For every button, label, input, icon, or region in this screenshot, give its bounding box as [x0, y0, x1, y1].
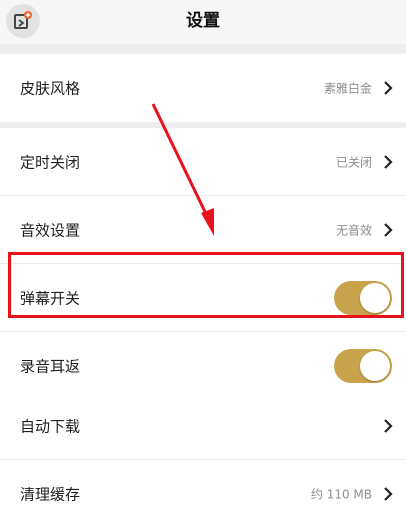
row-label: 皮肤风格	[20, 79, 81, 98]
row-recording-monitor: 录音耳返	[0, 332, 406, 400]
row-label: 录音耳返	[20, 357, 81, 376]
toggle-knob	[360, 282, 390, 313]
page-title: 设置	[186, 11, 220, 31]
row-skin-style[interactable]: 皮肤风格 素雅白金	[0, 54, 406, 122]
settings-group-storage: 自动下载 清理缓存 约 110 MB	[0, 392, 406, 528]
row-label: 弹幕开关	[20, 289, 81, 307]
row-sound-effects[interactable]: 音效设置 无音效	[0, 196, 406, 264]
chevron-right-icon	[384, 154, 393, 169]
toggle-knob	[360, 351, 390, 381]
chevron-right-icon	[384, 222, 393, 237]
row-danmaku-switch: 弹幕开关	[0, 264, 406, 332]
settings-group-playback: 定时关闭 已关闭 音效设置 无音效 弹幕开关 录音耳返	[0, 128, 406, 400]
row-value: 素雅白金	[323, 81, 372, 96]
row-label: 音效设置	[20, 221, 81, 239]
header-bar: 设置	[0, 0, 406, 44]
row-auto-download[interactable]: 自动下载	[0, 392, 406, 460]
row-sleep-timer[interactable]: 定时关闭 已关闭	[0, 128, 406, 196]
chevron-right-icon	[384, 81, 393, 95]
recording-monitor-toggle[interactable]	[334, 349, 392, 383]
danmaku-toggle[interactable]	[334, 280, 392, 315]
row-label: 定时关闭	[20, 153, 81, 171]
row-value: 已关闭	[335, 155, 372, 169]
row-clear-cache[interactable]: 清理缓存 约 110 MB	[0, 460, 406, 528]
row-label: 自动下载	[20, 417, 81, 435]
chevron-right-icon	[384, 487, 393, 501]
row-value: 约 110 MB	[310, 487, 372, 502]
row-value: 无音效	[335, 223, 372, 237]
row-label: 清理缓存	[20, 485, 81, 504]
settings-group-appearance: 皮肤风格 素雅白金	[0, 54, 406, 122]
chevron-right-icon	[384, 418, 393, 433]
